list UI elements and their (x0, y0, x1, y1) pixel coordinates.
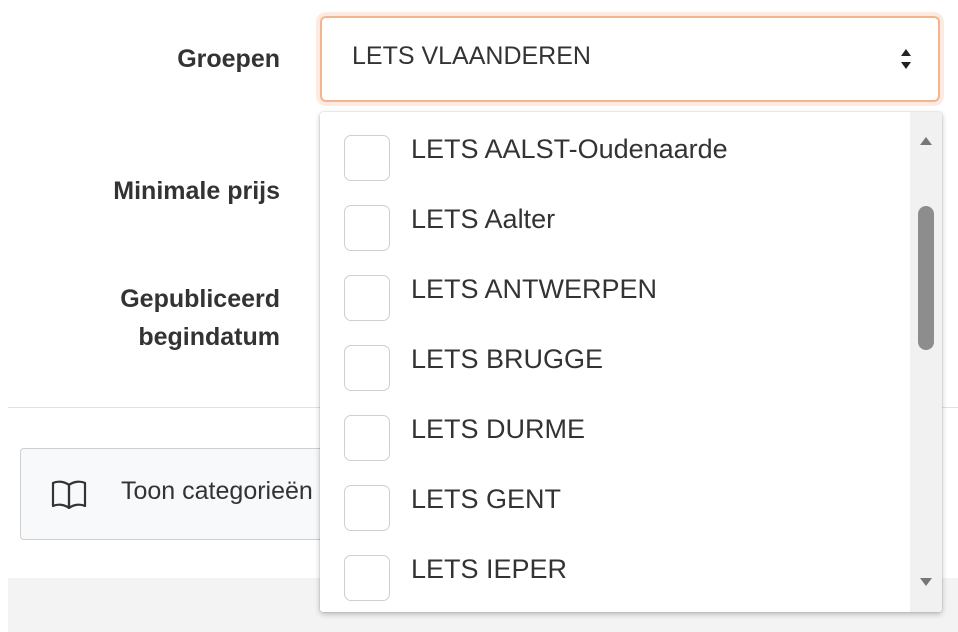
groepen-dropdown-list[interactable]: LETS AALST-Oudenaarde LETS Aalter LETS A… (320, 112, 942, 612)
option-label: LETS GENT (411, 484, 562, 514)
sort-caret-icon (901, 49, 911, 69)
option-label: LETS AALST-Oudenaarde (411, 134, 728, 164)
option-checkbox[interactable] (344, 345, 390, 391)
option-checkbox[interactable] (344, 555, 390, 601)
dropdown-option[interactable]: LETS BRUGGE (320, 322, 908, 392)
dropdown-option[interactable]: LETS AALST-Oudenaarde (320, 112, 908, 182)
groepen-label: Groepen (177, 45, 280, 73)
dropdown-option[interactable]: LETS GENT (320, 462, 908, 532)
option-checkbox[interactable] (344, 135, 390, 181)
scroll-down-arrow-icon[interactable] (919, 577, 933, 587)
option-label: LETS Aalter (411, 204, 556, 234)
gepubliceerd-begindatum-label: Gepubliceerd begindatum (120, 280, 280, 356)
dropdown-option[interactable]: LETS ANTWERPEN (320, 252, 908, 322)
option-label: LETS ANTWERPEN (411, 274, 658, 304)
option-checkbox[interactable] (344, 275, 390, 321)
option-label: LETS DURME (411, 414, 586, 444)
dropdown-option[interactable]: LETS DURME (320, 392, 908, 462)
groepen-select-value: LETS VLAANDEREN (352, 42, 591, 70)
gepubliceerd-label-line2: begindatum (138, 323, 280, 351)
scroll-up-arrow-icon[interactable] (919, 136, 933, 146)
book-icon (51, 480, 87, 509)
gepubliceerd-label-line1: Gepubliceerd (120, 285, 280, 313)
dropdown-scrollbar[interactable] (910, 112, 942, 612)
option-checkbox[interactable] (344, 485, 390, 531)
option-label: LETS IEPER (411, 554, 568, 584)
dropdown-option[interactable]: LETS IEPER (320, 532, 908, 602)
option-checkbox[interactable] (344, 415, 390, 461)
minimale-prijs-label: Minimale prijs (113, 177, 280, 205)
option-label: LETS BRUGGE (411, 344, 604, 374)
dropdown-option[interactable]: LETS Aalter (320, 182, 908, 252)
groepen-select[interactable]: LETS VLAANDEREN (320, 16, 940, 102)
scrollbar-thumb[interactable] (918, 206, 934, 350)
option-checkbox[interactable] (344, 205, 390, 251)
show-categories-label: Toon categorieën (121, 477, 313, 505)
show-categories-button[interactable]: Toon categorieën (20, 448, 360, 540)
